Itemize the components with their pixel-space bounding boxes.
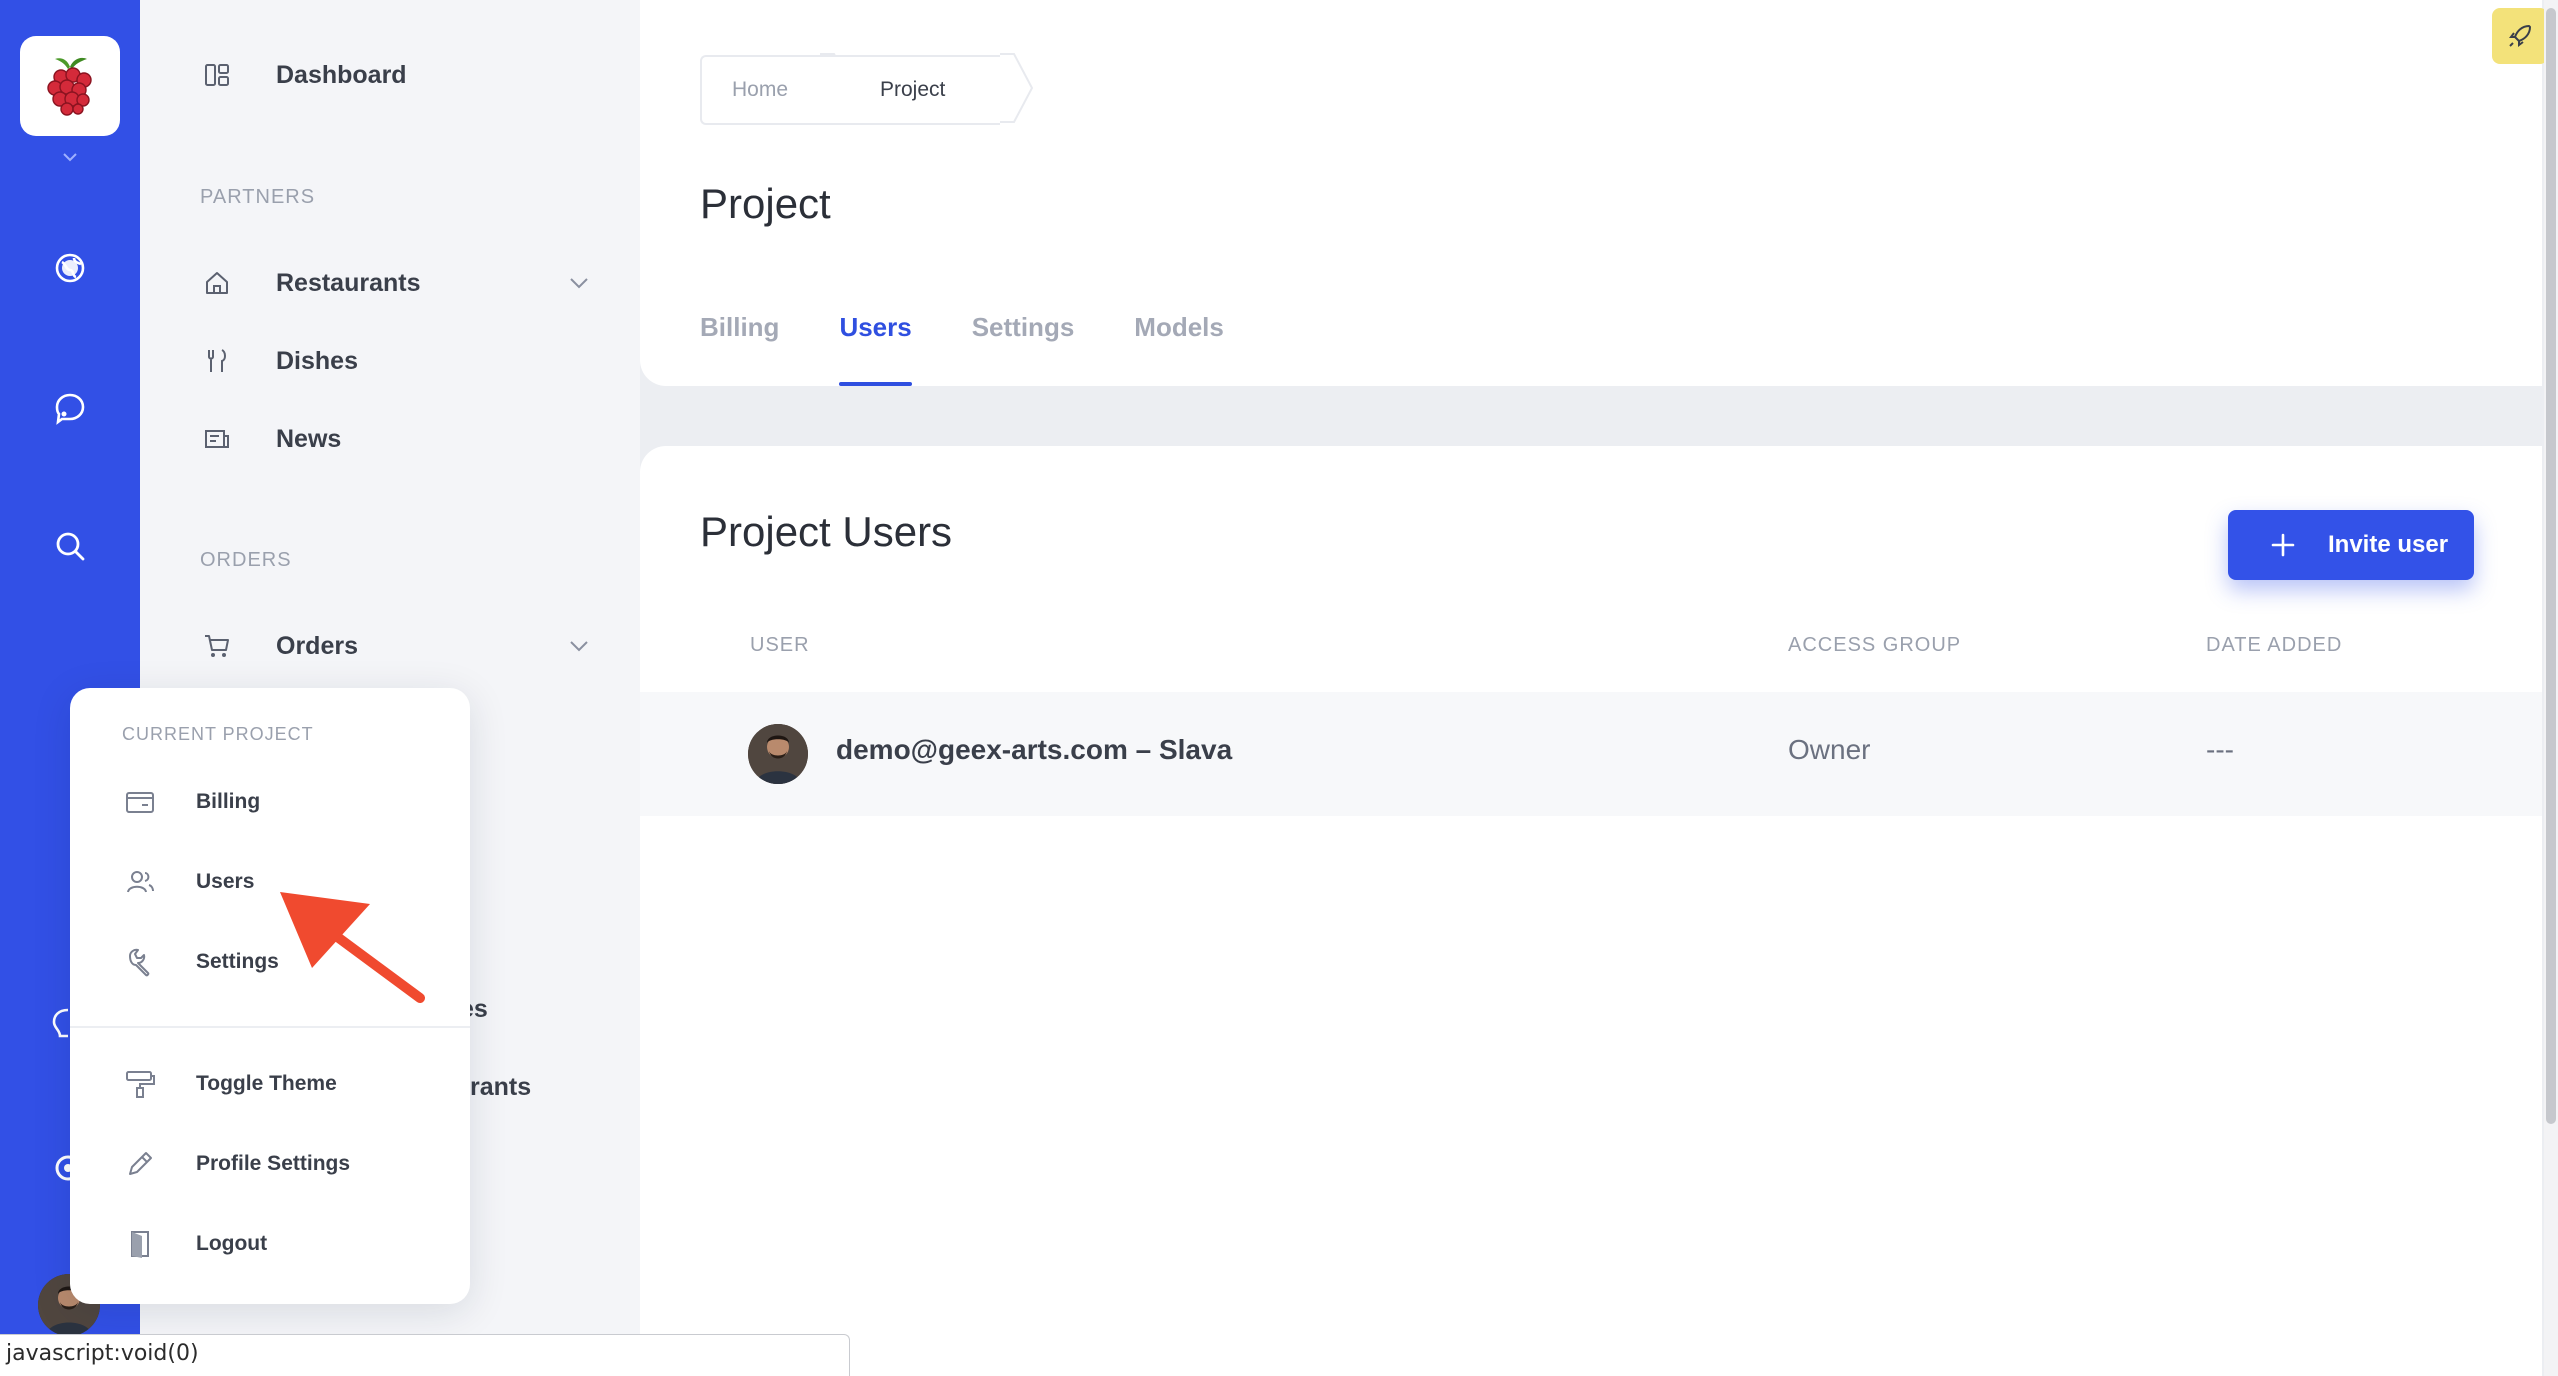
user-email: demo@geex-arts.com – Slava (836, 734, 1233, 765)
popup-item-settings[interactable]: Settings (122, 940, 279, 984)
breadcrumb-project[interactable]: Project (820, 55, 1000, 125)
access-group: Owner (1788, 734, 1871, 765)
users-icon (122, 864, 158, 900)
tab-users[interactable]: Users (839, 312, 913, 386)
dashboard-icon (200, 58, 234, 92)
invite-user-button[interactable]: Invite user (2228, 510, 2474, 580)
door-icon (122, 1226, 158, 1262)
sidebar-item-label: News (276, 424, 342, 453)
breadcrumb-project-label: Project (880, 78, 946, 101)
popup-item-users[interactable]: Users (122, 860, 254, 904)
lightbulb-icon[interactable] (48, 1004, 72, 1044)
popup-section-title: CURRENT PROJECT (122, 724, 314, 744)
browser-status-bar: javascript:void(0) (0, 1334, 850, 1376)
popup-item-label: Users (196, 870, 255, 893)
sidebar-item-label: Orders (276, 631, 358, 660)
table-row[interactable]: demo@geex-arts.com – Slava Owner --- (640, 692, 2542, 816)
tab-settings[interactable]: Settings (972, 312, 1075, 386)
globe-icon[interactable] (50, 248, 90, 288)
breadcrumb-home-label: Home (732, 78, 789, 101)
paint-roller-icon (122, 1066, 158, 1102)
rocket-button[interactable] (2492, 8, 2548, 64)
newspaper-icon (200, 422, 234, 456)
popup-item-logout[interactable]: Logout (122, 1222, 267, 1266)
chat-icon[interactable] (50, 388, 90, 428)
column-header-date: DATE ADDED (2206, 634, 2343, 656)
pencil-icon (122, 1146, 158, 1182)
avatar (748, 724, 808, 784)
scrollbar-thumb[interactable] (2546, 8, 2556, 1124)
billing-icon (122, 784, 158, 820)
sidebar-item-dashboard[interactable]: Dashboard (200, 50, 407, 100)
annotation-arrow-icon (280, 892, 425, 1003)
sidebar-item-partial[interactable]: rants (470, 1073, 531, 1102)
popup-item-label: Profile Settings (196, 1152, 351, 1175)
chevron-down-icon[interactable] (568, 639, 590, 653)
column-header-user: USER (750, 634, 810, 656)
utensils-icon (200, 344, 234, 378)
popup-item-profile-settings[interactable]: Profile Settings (122, 1142, 350, 1186)
popup-item-label: Billing (196, 790, 261, 813)
search-icon[interactable] (50, 526, 90, 566)
settings-ring-icon[interactable] (48, 1148, 72, 1188)
divider (70, 1026, 470, 1028)
plus-icon (2271, 533, 2295, 557)
page-title: Project (700, 180, 831, 227)
section-orders: ORDERS (200, 549, 292, 571)
wrench-icon (122, 944, 158, 980)
sidebar-item-dishes[interactable]: Dishes (200, 336, 358, 386)
popup-item-billing[interactable]: Billing (122, 780, 260, 824)
column-header-access: ACCESS GROUP (1788, 634, 1962, 656)
section-partners: PARTNERS (200, 186, 316, 208)
sidebar-item-restaurants[interactable]: Restaurants (200, 258, 421, 308)
cart-icon (200, 629, 234, 663)
popup-item-label: Logout (196, 1232, 268, 1255)
raspberry-icon (47, 57, 92, 116)
sidebar-item-news[interactable]: News (200, 414, 341, 464)
sidebar-item-label: Dishes (276, 346, 358, 375)
date-added: --- (2206, 734, 2234, 765)
project-users-card: Project Users Invite user USER ACCESS GR… (640, 446, 2542, 1376)
tab-billing[interactable]: Billing (700, 312, 779, 386)
project-header: Home Project Project Billing Users Setti… (640, 0, 2542, 386)
popup-item-label: Settings (196, 950, 279, 973)
breadcrumb: Home Project (700, 53, 1034, 125)
chevron-down-icon[interactable] (58, 150, 82, 166)
app-logo[interactable] (20, 36, 120, 136)
popup-item-toggle-theme[interactable]: Toggle Theme (122, 1062, 337, 1106)
popup-item-label: Toggle Theme (196, 1072, 337, 1095)
breadcrumb-home[interactable]: Home (700, 55, 820, 125)
home-icon (200, 266, 234, 300)
invite-user-label: Invite user (2328, 531, 2449, 558)
project-tabs: Billing Users Settings Models (700, 312, 1284, 386)
sidebar-item-orders[interactable]: Orders (200, 621, 358, 671)
chevron-down-icon[interactable] (568, 276, 590, 290)
breadcrumb-separator (1000, 53, 1034, 123)
card-title: Project Users (700, 508, 953, 555)
sidebar-item-label: Restaurants (276, 268, 421, 297)
sidebar-item-label: Dashboard (276, 60, 407, 89)
rocket-icon (2509, 25, 2531, 47)
tab-models[interactable]: Models (1134, 312, 1224, 386)
